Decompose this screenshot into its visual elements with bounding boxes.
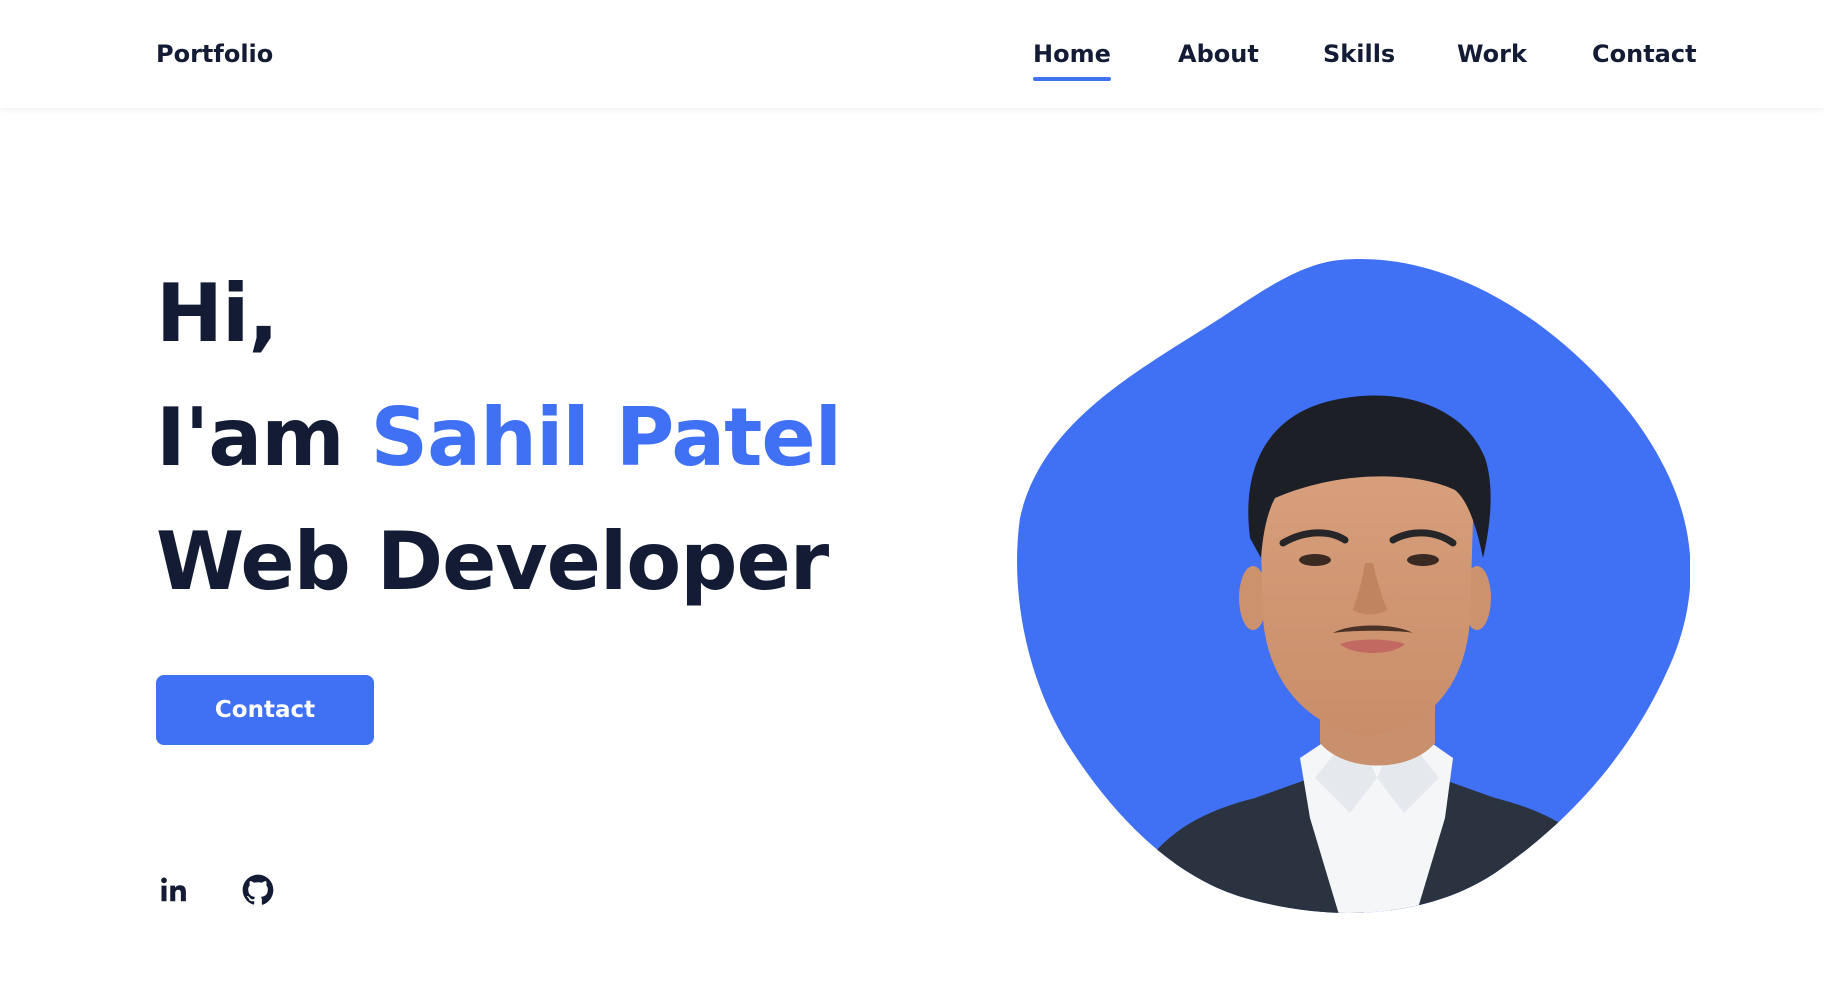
hero-name: Sahil Patel [370, 391, 842, 484]
hero-title: Hi, I'am Sahil Patel Web Developer [156, 252, 842, 624]
hero-greeting: Hi, [156, 267, 279, 360]
nav-home[interactable]: Home [1033, 40, 1111, 81]
site-header: Portfolio Home About Skills Work Contact [0, 0, 1824, 108]
nav-about[interactable]: About [1178, 40, 1259, 68]
github-link[interactable] [240, 872, 276, 908]
contact-button[interactable]: Contact [156, 675, 374, 745]
profile-image [1015, 258, 1691, 916]
hero-role: Web Developer [156, 515, 829, 608]
linkedin-icon [161, 877, 186, 902]
hero-intro: I'am [156, 391, 371, 484]
nav-skills[interactable]: Skills [1323, 40, 1395, 68]
site-logo[interactable]: Portfolio [156, 40, 273, 68]
linkedin-link[interactable] [156, 872, 192, 908]
nav-contact[interactable]: Contact [1592, 40, 1697, 68]
github-icon [242, 874, 274, 905]
nav-work[interactable]: Work [1457, 40, 1527, 68]
profile-photo [1017, 259, 1691, 913]
